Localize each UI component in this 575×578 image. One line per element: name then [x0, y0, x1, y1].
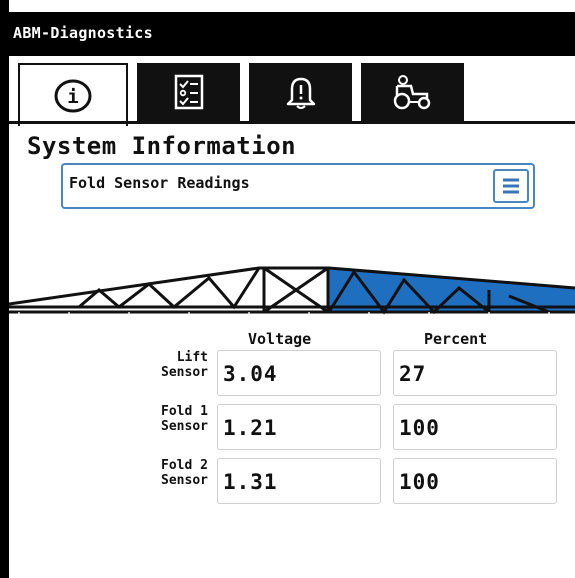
tractor-icon — [393, 75, 430, 110]
tab-machine[interactable] — [361, 63, 464, 121]
fold2-voltage-field: 1.31 — [217, 458, 381, 504]
row-label-line1: Fold 2 — [161, 458, 208, 473]
select-menu-button[interactable] — [493, 169, 529, 203]
lift-voltage-field: 3.04 — [217, 350, 381, 396]
row-label-line2: Sensor — [161, 365, 208, 380]
tab-info[interactable]: i — [18, 63, 128, 126]
fold1-percent-field: 100 — [393, 404, 557, 450]
fold2-percent-field: 100 — [393, 458, 557, 504]
tab-alarms[interactable] — [249, 63, 352, 121]
row-label-line2: Sensor — [161, 473, 208, 488]
bell-icon — [286, 77, 315, 109]
fold1-sensor-label: Fold 1 Sensor — [112, 404, 208, 434]
svg-text:i: i — [67, 86, 78, 108]
row-label-line1: Fold 1 — [161, 404, 208, 419]
screen-edge — [0, 0, 9, 578]
select-value: Fold Sensor Readings — [69, 174, 250, 192]
fold2-sensor-label: Fold 2 Sensor — [112, 458, 208, 488]
page-title: System Information — [27, 132, 297, 160]
lift-percent-field: 27 — [393, 350, 557, 396]
sensor-view-select[interactable]: Fold Sensor Readings — [61, 163, 535, 209]
checklist-icon — [174, 74, 203, 110]
info-icon: i — [54, 79, 92, 112]
voltage-header: Voltage — [248, 330, 312, 348]
title-bar: ABM-Diagnostics — [9, 12, 575, 56]
fold1-voltage-field: 1.21 — [217, 404, 381, 450]
menu-icon — [503, 178, 519, 194]
row-label-line1: Lift — [176, 350, 208, 365]
percent-header: Percent — [424, 330, 488, 348]
boom-diagram — [9, 266, 575, 318]
tab-checklist[interactable] — [137, 63, 240, 121]
lift-sensor-label: Lift Sensor — [112, 350, 208, 380]
tab-underline — [9, 121, 575, 124]
app-title: ABM-Diagnostics — [13, 24, 153, 42]
row-label-line2: Sensor — [161, 419, 208, 434]
boom-frame — [9, 266, 575, 315]
